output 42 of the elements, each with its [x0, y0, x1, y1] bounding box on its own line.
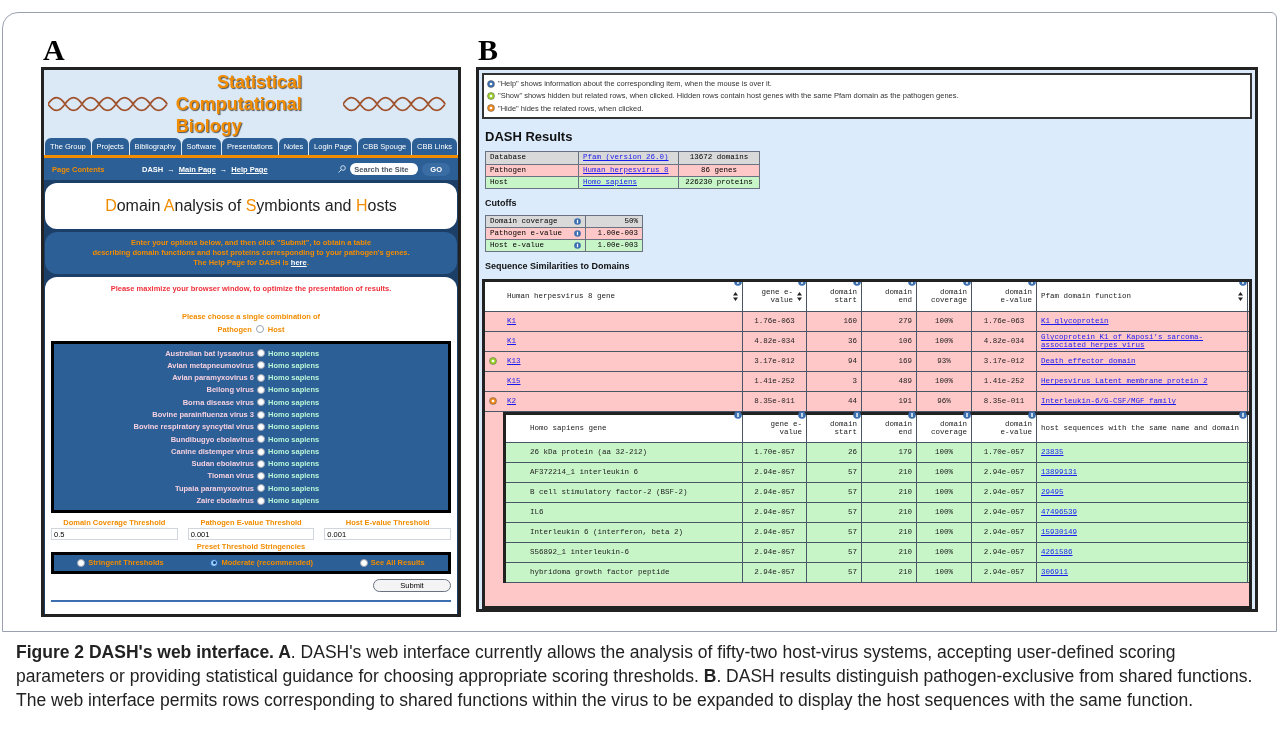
show-toggle[interactable]: [489, 357, 497, 366]
figure-caption: Figure 2 DASH's web interface. A. DASH's web interface currently allows the analysis of fifty-two host-virus systems, accepting user-defined scoring parameters or providing statistical guidance for choosing appropriate scoring thresholds. B. DASH results distinguish pathogen-exclusive from shared functions. The web interface permits rows corresponding to shared functions within the virus to be expanded to display the host sequences with the same function.: [15, 641, 1254, 712]
page-heading: Domain Analysis of Symbionts and Hosts: [105, 196, 397, 217]
search-icon: [338, 165, 347, 174]
radio-button[interactable]: [257, 435, 265, 444]
radio-button[interactable]: [257, 361, 265, 370]
panel-label: B: [477, 33, 499, 67]
radio-button[interactable]: [210, 559, 219, 567]
radio-button[interactable]: [257, 398, 265, 407]
hide-toggle[interactable]: [489, 397, 497, 406]
radio-button[interactable]: [257, 422, 265, 431]
site-title: Statistical: [217, 71, 303, 93]
show-icon: [487, 91, 495, 100]
radio-button[interactable]: [257, 410, 265, 419]
hide-icon: [487, 104, 495, 113]
sort-icon[interactable]: [733, 291, 738, 301]
help-icon[interactable]: [798, 410, 806, 419]
radio-button[interactable]: [77, 559, 86, 567]
help-icon[interactable]: [1239, 410, 1247, 419]
radio-button[interactable]: [257, 472, 265, 481]
help-icon: [487, 79, 495, 88]
help-icon[interactable]: [963, 410, 971, 419]
radio-button[interactable]: [257, 386, 265, 395]
cutoffs-title: Cutoffs: [485, 197, 518, 210]
radio-button[interactable]: [257, 447, 265, 456]
results-title: DASH Results: [485, 127, 574, 146]
radio-button[interactable]: [257, 373, 265, 382]
panel-label: A: [42, 33, 66, 67]
radio-button[interactable]: [257, 496, 265, 505]
radio-button[interactable]: [257, 349, 265, 358]
help-icon[interactable]: [853, 410, 861, 419]
sort-icon[interactable]: [797, 291, 802, 301]
help-icon[interactable]: [734, 410, 742, 419]
help-icon[interactable]: [1028, 410, 1036, 419]
site-title: Computational Biology: [175, 93, 303, 137]
radio-button[interactable]: [257, 484, 265, 493]
radio-button[interactable]: [257, 459, 265, 468]
help-icon[interactable]: [908, 410, 916, 419]
radio-button[interactable]: [255, 325, 264, 334]
similarities-title: Sequence Similarities to Domains: [485, 260, 631, 274]
radio-button[interactable]: [359, 559, 368, 567]
sort-icon[interactable]: [1238, 291, 1243, 301]
